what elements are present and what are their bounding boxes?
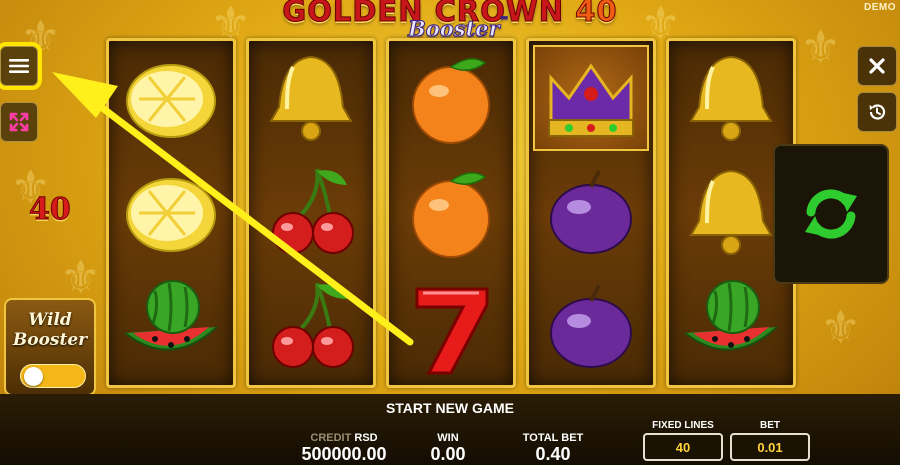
history-button[interactable] xyxy=(857,92,897,132)
orange-icon xyxy=(412,172,490,258)
menu-button[interactable] xyxy=(0,42,42,90)
trademark-symbol: ™ xyxy=(499,16,509,27)
spin-button[interactable] xyxy=(773,144,889,284)
bet-control: BET 0.01 xyxy=(730,420,810,461)
credit-label: CREDIT xyxy=(310,432,352,444)
win-value: 0.00 xyxy=(430,444,466,464)
symbol-bell xyxy=(669,43,793,155)
symbol-plum xyxy=(529,271,653,383)
reel-1 xyxy=(106,38,236,388)
total-bet-value: 0.40 xyxy=(535,444,571,464)
seven-icon xyxy=(415,287,489,375)
cherries-icon xyxy=(272,168,354,254)
win-label: WIN xyxy=(437,432,459,444)
credit-value: 500000.00 xyxy=(301,444,387,464)
wild-booster-panel: Wild Booster xyxy=(4,298,96,396)
win-display: WIN 0.00 xyxy=(418,432,478,464)
symbol-lemon xyxy=(109,43,233,155)
orange-icon xyxy=(412,58,490,144)
fixed-lines-label: FIXED LINES xyxy=(652,420,714,431)
symbol-crown xyxy=(533,45,649,151)
bet-value[interactable]: 0.01 xyxy=(730,433,810,461)
wild-booster-title-line2: Booster xyxy=(12,330,88,350)
bell-icon xyxy=(269,55,353,141)
cherries-icon xyxy=(272,282,354,368)
start-new-game-button[interactable]: START NEW GAME xyxy=(360,400,540,416)
total-bet-label: TOTAL BET xyxy=(522,432,584,444)
fixed-lines-value[interactable]: 40 xyxy=(643,433,723,461)
bell-icon xyxy=(689,169,773,255)
fullscreen-arrows-icon xyxy=(9,112,29,132)
lines-count-badge: 40 xyxy=(29,192,72,228)
fixed-lines-control: FIXED LINES 40 xyxy=(643,420,723,461)
symbol-orange xyxy=(389,157,513,269)
watermelon-icon xyxy=(124,280,218,351)
plum-icon xyxy=(550,170,632,254)
crown-icon xyxy=(548,63,634,137)
symbol-cherries xyxy=(249,157,373,269)
symbol-watermelon xyxy=(109,271,233,383)
close-button[interactable] xyxy=(857,46,897,86)
lemon-icon xyxy=(126,178,216,252)
currency-label: RSD xyxy=(354,432,378,444)
symbol-cherries xyxy=(249,271,373,383)
symbol-lemon xyxy=(109,157,233,269)
symbol-bell xyxy=(249,43,373,155)
demo-mode-label: DEMO xyxy=(864,2,896,13)
symbol-plum xyxy=(529,157,653,269)
symbol-seven xyxy=(389,271,513,383)
credit-display: CREDIT RSD 500000.00 xyxy=(300,432,388,464)
symbol-watermelon xyxy=(669,271,793,383)
wild-booster-toggle[interactable] xyxy=(20,364,86,388)
bottom-bar: START NEW GAME CREDIT RSD 500000.00 WIN … xyxy=(0,394,900,465)
bell-icon xyxy=(689,55,773,141)
title-number: 40 xyxy=(575,0,618,29)
toggle-knob xyxy=(24,367,43,386)
close-icon xyxy=(869,58,885,74)
watermelon-icon xyxy=(684,280,778,351)
reel-3 xyxy=(386,38,516,388)
symbol-orange xyxy=(389,43,513,155)
spin-refresh-icon xyxy=(805,189,857,239)
lemon-icon xyxy=(126,64,216,138)
hamburger-menu-icon xyxy=(9,59,29,73)
bet-label: BET xyxy=(760,420,780,431)
fullscreen-button[interactable] xyxy=(0,102,38,142)
wild-booster-title-line1: Wild xyxy=(28,310,72,330)
reel-4 xyxy=(526,38,656,388)
plum-icon xyxy=(550,284,632,368)
game-title-logo: GOLDEN CROWN 40 Booster™ xyxy=(250,0,650,42)
reel-2 xyxy=(246,38,376,388)
total-bet-display: TOTAL BET 0.40 xyxy=(512,432,594,464)
history-icon xyxy=(869,104,886,120)
